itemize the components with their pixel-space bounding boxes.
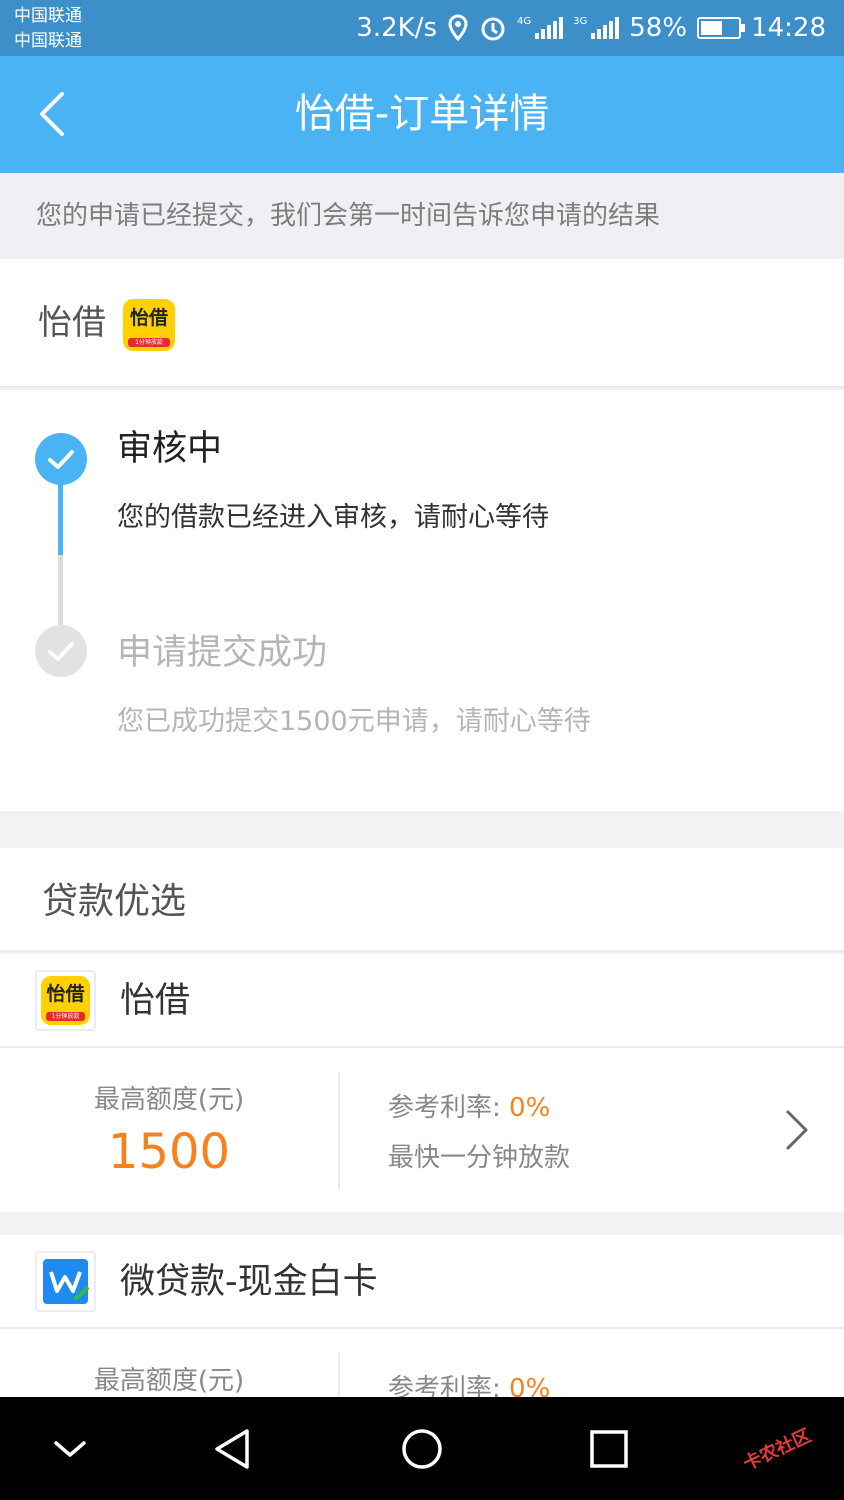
loan-card-2-name: 微贷款-现金白卡	[120, 1262, 378, 1302]
quota-label: 最高额度(元)	[93, 1366, 245, 1396]
timeline-line-inactive	[58, 555, 63, 635]
battery-percent: 58%	[629, 13, 688, 43]
watermark-text: 卡农社区	[740, 1425, 815, 1475]
recommend-header: 贷款优选	[0, 848, 844, 952]
loan-note: 最快一分钟放款	[388, 1143, 571, 1173]
clock: 14:28	[751, 13, 826, 43]
system-nav-bar: 卡农社区	[0, 1397, 844, 1500]
quota-value: 1500	[107, 1124, 231, 1180]
alarm-icon	[481, 17, 505, 41]
check-circle-icon-inactive	[35, 625, 87, 677]
nav-bar: 怡借-订单详情	[0, 56, 844, 173]
logo-ribbon: 1分钟放款	[46, 1012, 85, 1021]
card-divider	[338, 1072, 340, 1190]
rate-label: 参考利率:	[388, 1093, 510, 1123]
hide-keyboard-icon[interactable]	[40, 1419, 100, 1479]
step-2-title: 申请提交成功	[117, 633, 328, 673]
signal-4g-icon: 4G	[517, 17, 564, 39]
carrier-2: 中国联通	[14, 31, 82, 51]
loan-card-2-header[interactable]: 微贷款-现金白卡	[0, 1235, 844, 1329]
page-title: 怡借-订单详情	[294, 91, 550, 137]
logo-ribbon: 1分钟放款	[128, 338, 170, 347]
location-icon	[448, 14, 468, 42]
recents-square-icon[interactable]	[579, 1419, 639, 1479]
logo-text: 怡借	[129, 307, 168, 329]
loan-card-2-logo	[35, 1251, 96, 1312]
step-1-title: 审核中	[117, 429, 223, 469]
lender-logo-icon: 怡借 1分钟放款	[123, 299, 175, 351]
battery-fill	[701, 21, 723, 35]
loan-card-1-body[interactable]: 最高额度(元) 1500 参考利率: 0% 最快一分钟放款	[0, 1048, 844, 1212]
step-2-desc: 您已成功提交1500元申请，请耐心等待	[117, 706, 591, 737]
rate-value: 0%	[509, 1093, 551, 1123]
weidaikuan-logo-icon	[43, 1259, 90, 1304]
watermark-logo: 卡农社区	[738, 1413, 844, 1500]
chevron-right-icon[interactable]	[780, 1104, 816, 1156]
recommend-title: 贷款优选	[42, 881, 187, 922]
yijie-logo-icon: 怡借 1分钟放款	[41, 976, 90, 1025]
progress-timeline: 审核中 您的借款已经进入审核，请耐心等待 申请提交成功 您已成功提交1500元申…	[0, 390, 844, 811]
submission-notice: 您的申请已经提交，我们会第一时间告诉您申请的结果	[0, 173, 844, 259]
network-speed: 3.2K/s	[356, 13, 438, 43]
loan-card-1-logo: 怡借 1分钟放款	[35, 970, 96, 1031]
quota-label: 最高额度(元)	[93, 1085, 245, 1115]
back-triangle-icon[interactable]	[203, 1419, 263, 1479]
step-1-desc: 您的借款已经进入审核，请耐心等待	[117, 502, 549, 533]
home-circle-icon[interactable]	[392, 1419, 452, 1479]
lender-name: 怡借	[38, 303, 106, 343]
logo-text: 怡借	[46, 983, 85, 1005]
carrier-names: 中国联通 中国联通	[14, 4, 82, 54]
status-bar: 中国联通 中国联通 3.2K/s 4G 3G 58% 14:28	[0, 0, 844, 56]
carrier-1: 中国联通	[14, 6, 82, 26]
rate-line: 参考利率: 0%	[388, 1088, 550, 1128]
check-circle-icon-active	[35, 433, 87, 485]
loan-card-1-name: 怡借	[120, 981, 191, 1021]
loan-card-1-header[interactable]: 怡借 1分钟放款 怡借	[0, 954, 844, 1048]
battery-icon	[697, 17, 746, 39]
timeline-line-active	[58, 485, 63, 555]
status-indicators: 3.2K/s 4G 3G 58% 14:28	[356, 10, 826, 46]
signal-3g-icon: 3G	[573, 17, 620, 39]
lender-header: 怡借 怡借 1分钟放款	[0, 259, 844, 388]
